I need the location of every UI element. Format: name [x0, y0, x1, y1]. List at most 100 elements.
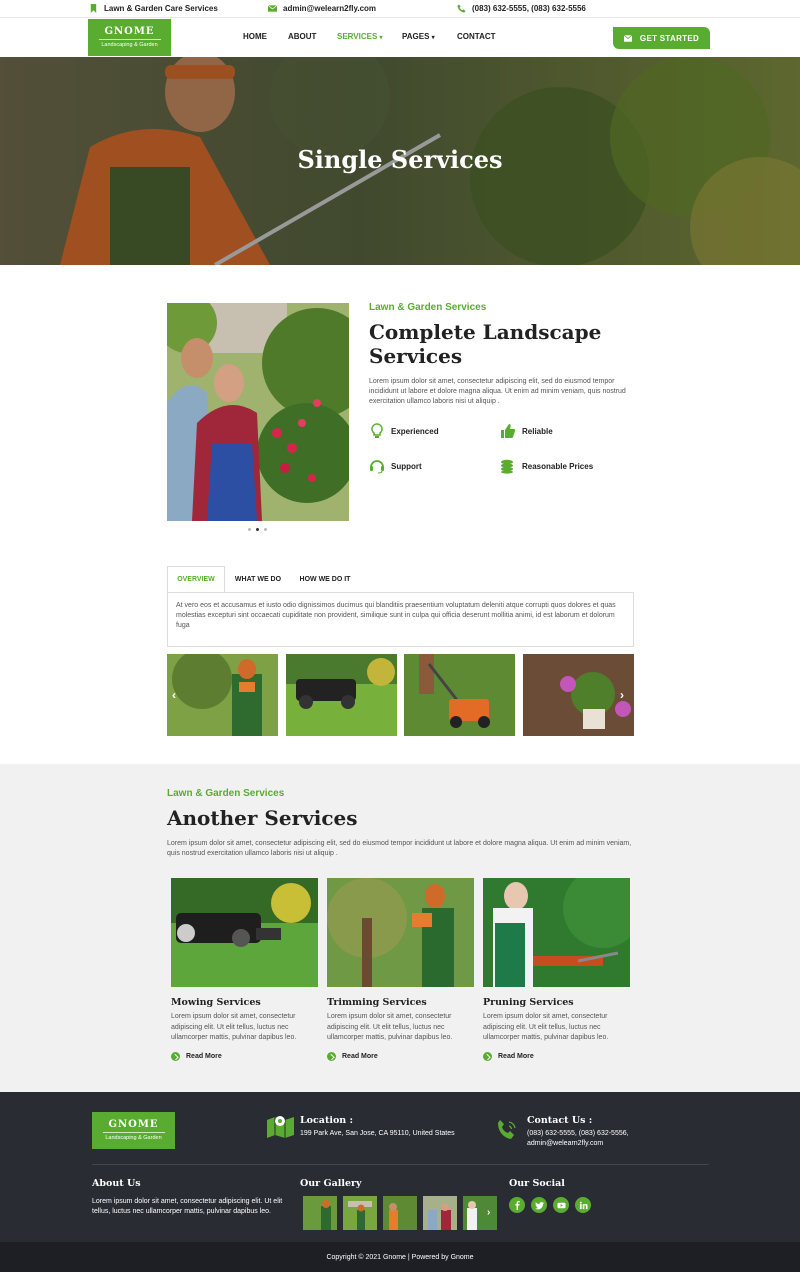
card-text: Lorem ipsum dolor sit amet, consectetur … — [483, 1013, 609, 1041]
envelope-icon — [623, 34, 632, 42]
service-card-image[interactable] — [483, 878, 630, 987]
footer-divider — [92, 1164, 709, 1165]
coins-icon — [501, 459, 513, 474]
linkedin-icon[interactable] — [575, 1197, 591, 1213]
another-text: Lorem ipsum dolor sit amet, consectetur … — [167, 840, 632, 857]
read-more-label: Read More — [498, 1053, 534, 1060]
footer-gallery-thumb[interactable] — [343, 1196, 377, 1230]
bookmark-icon — [90, 4, 97, 13]
card-text: Lorem ipsum dolor sit amet, consectetur … — [171, 1013, 297, 1041]
logo-divider — [98, 39, 161, 40]
carousel-next-icon[interactable]: › — [620, 688, 624, 702]
top-bar: Lawn & Garden Care Services admin@welear… — [0, 0, 800, 18]
contact-email[interactable]: admin@welearn2fly.com — [527, 1139, 603, 1149]
thumbs-up-icon — [501, 424, 516, 438]
feature-label: Reasonable Prices — [522, 461, 594, 471]
feature-label: Experienced — [391, 426, 439, 436]
about-title: Complete Landscape Services — [369, 320, 601, 368]
nav-services[interactable]: SERVICES ▾ — [337, 32, 383, 41]
another-title: Another Services — [167, 806, 358, 830]
card-title: Mowing Services — [171, 997, 261, 1008]
logo-divider — [102, 1132, 165, 1133]
copyright-bar: Copyright © 2021 Gnome | Powered by Gnom… — [0, 1242, 800, 1272]
brand-logo[interactable]: GNOME Landscaping & Garden — [88, 19, 171, 56]
card-text: Lorem ipsum dolor sit amet, consectetur … — [327, 1013, 453, 1041]
gallery-title: Our Gallery — [300, 1178, 362, 1189]
about-text: Lorem ipsum dolor sit amet, consectetur … — [369, 378, 626, 405]
read-more-link[interactable]: Read More — [171, 1052, 222, 1061]
read-more-label: Read More — [342, 1053, 378, 1060]
get-started-button[interactable]: GET STARTED — [613, 27, 710, 49]
map-icon — [267, 1116, 294, 1138]
brand-name: GNOME — [104, 26, 155, 37]
gallery-next-icon[interactable]: › — [487, 1207, 490, 1218]
read-more-link[interactable]: Read More — [483, 1052, 534, 1061]
location-title: Location : — [300, 1115, 354, 1126]
main-header: GNOME Landscaping & Garden HOME ABOUT SE… — [0, 18, 800, 57]
footer-brand-name: GNOME — [108, 1119, 159, 1130]
feature-support: Support — [369, 458, 422, 474]
footer-logo[interactable]: GNOME Landscaping & Garden — [92, 1112, 175, 1149]
carousel-dots[interactable] — [248, 528, 267, 531]
nav-about[interactable]: ABOUT — [288, 32, 316, 41]
hero-title: Single Services — [297, 145, 503, 174]
carousel-dot[interactable] — [248, 528, 251, 531]
nav-pages-label: PAGES — [402, 32, 430, 41]
envelope-icon — [268, 5, 277, 12]
footer-brand-tagline: Landscaping & Garden — [105, 1135, 162, 1141]
headset-icon — [370, 460, 384, 474]
feature-reasonable-prices: Reasonable Prices — [500, 458, 593, 474]
card-title: Trimming Services — [327, 997, 427, 1008]
feature-label: Support — [391, 461, 422, 471]
card-title: Pruning Services — [483, 997, 574, 1008]
copyright-text: Copyright © 2021 Gnome | Powered by Gnom… — [326, 1253, 474, 1261]
nav-contact[interactable]: CONTACT — [457, 32, 496, 41]
about-us-text: Lorem ipsum dolor sit amet, consectetur … — [92, 1198, 283, 1215]
topbar-tagline: Lawn & Garden Care Services — [89, 4, 218, 13]
carousel-dot-active[interactable] — [256, 528, 259, 531]
gallery-thumb[interactable] — [167, 654, 278, 736]
tab-what-we-do[interactable]: WHAT WE DO — [228, 566, 288, 593]
carousel-dot[interactable] — [264, 528, 267, 531]
tab-overview[interactable]: OVERVIEW — [167, 566, 225, 593]
hero-banner: Single Services — [0, 57, 800, 265]
location-text: 199 Park Ave, San Jose, CA 95110, United… — [300, 1130, 455, 1137]
nav-home[interactable]: HOME — [243, 32, 267, 41]
social-title: Our Social — [509, 1178, 565, 1189]
footer-gallery-thumb[interactable] — [303, 1196, 337, 1230]
nav-services-label: SERVICES — [337, 32, 378, 41]
read-more-link[interactable]: Read More — [327, 1052, 378, 1061]
about-us-title: About Us — [92, 1178, 141, 1189]
arrow-circle-icon — [483, 1052, 492, 1061]
lightbulb-icon — [371, 423, 383, 438]
gallery-thumb[interactable] — [286, 654, 397, 736]
get-started-label: GET STARTED — [639, 33, 700, 43]
carousel-prev-icon[interactable]: ‹ — [172, 688, 176, 702]
gallery-thumb[interactable] — [523, 654, 634, 736]
another-subtitle: Lawn & Garden Services — [167, 788, 285, 799]
tab-content-panel: At vero eos et accusamus et iusto odio d… — [167, 592, 634, 647]
topbar-phone[interactable]: (083) 632-5555, (083) 632-5556 — [457, 4, 586, 13]
gallery-thumb[interactable] — [404, 654, 515, 736]
chevron-down-icon: ▾ — [379, 35, 383, 41]
topbar-email[interactable]: admin@welearn2fly.com — [268, 4, 376, 13]
footer-gallery-thumb[interactable] — [463, 1196, 497, 1230]
arrow-circle-icon — [327, 1052, 336, 1061]
service-card-image[interactable] — [171, 878, 318, 987]
about-title-line2: Services — [369, 344, 463, 368]
youtube-icon[interactable] — [553, 1197, 569, 1213]
feature-label: Reliable — [522, 426, 553, 436]
footer-gallery-thumb[interactable] — [383, 1196, 417, 1230]
footer-gallery-thumb[interactable] — [423, 1196, 457, 1230]
twitter-icon[interactable] — [531, 1197, 547, 1213]
phone-icon — [457, 4, 466, 13]
facebook-icon[interactable] — [509, 1197, 525, 1213]
service-image — [167, 303, 349, 521]
tab-how-we-do-it[interactable]: HOW WE DO IT — [292, 566, 358, 593]
contact-title: Contact Us : — [527, 1115, 593, 1126]
feature-reliable: Reliable — [500, 423, 553, 439]
brand-tagline: Landscaping & Garden — [101, 42, 158, 48]
chevron-down-icon: ▾ — [431, 35, 435, 41]
service-card-image[interactable] — [327, 878, 474, 987]
nav-pages[interactable]: PAGES ▾ — [402, 32, 435, 41]
